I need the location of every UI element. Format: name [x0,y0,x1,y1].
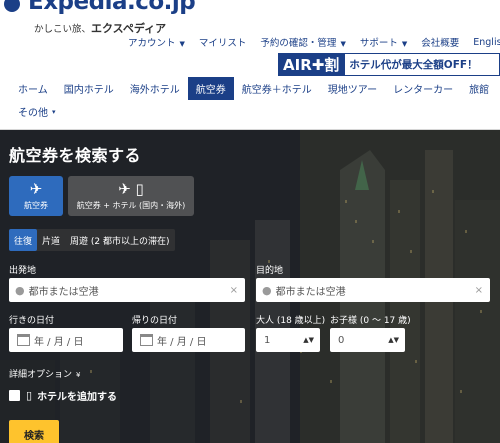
site-header: Expedia.co.jp かしこい旅、エクスペディア アカウント ▼ マイリスト… [0,0,500,130]
depart-date-input[interactable]: 年 / 月 / 日 [9,328,123,352]
children-select[interactable]: 0 ▲▼ [330,328,405,352]
promo-banner[interactable]: AIR✚割 ホテル代が最大全額OFF！ [278,53,500,76]
depart-date-placeholder: 年 / 月 / 日 [34,336,84,348]
main-nav: ホーム 国内ホテル 海外ホテル 航空券 航空券＋ホテル 現地ツアー レンターカー… [10,77,500,123]
nav-flights[interactable]: 航空券 [187,77,234,100]
return-date-label: 帰りの日付 [132,316,178,326]
page-title: 航空券を検索する [9,146,142,165]
hotel-building-icon: ▯ [26,389,33,402]
chevron-down-icon: ▼ [340,40,346,48]
calendar-icon [140,334,153,346]
nav-home[interactable]: ホーム [10,77,56,100]
destination-input[interactable]: ● 都市または空港 × [256,278,490,302]
mode-flight-hotel-button[interactable]: ✈ ▯ 航空券 + ホテル (国内・海外) [68,176,194,216]
chevron-down-icon: ▲▼ [303,336,314,344]
flight-search-hero: 航空券を検索する ✈ 航空券 ✈ ▯ 航空券 + ホテル (国内・海外) 往復 … [0,130,500,443]
clear-icon[interactable]: × [475,285,483,296]
mylist-link[interactable]: マイリスト [199,35,247,49]
checkbox[interactable] [9,390,20,401]
return-date-input[interactable]: 年 / 月 / 日 [132,328,245,352]
nav-ryokan[interactable]: 旅館 [461,77,497,100]
support-label: サポート [359,38,398,49]
calendar-icon [17,334,30,346]
chevron-down-icon: ▲▼ [388,336,399,344]
mode-flight-button[interactable]: ✈ 航空券 [9,176,63,216]
nav-flight-hotel[interactable]: 航空券＋ホテル [234,77,320,100]
nav-domestic-hotels[interactable]: 国内ホテル [56,77,122,100]
children-value: 0 [338,334,345,346]
nav-rental-car[interactable]: レンターカー [385,77,461,100]
advanced-options-label: 詳細オプション [9,370,73,380]
trip-type-tabs: 往復 片道 周遊 (2 都市以上の滞在) [9,229,175,251]
add-hotel-checkbox[interactable]: ▯ ホテルを追加する [9,388,117,403]
nav-more-label: その他 [18,108,48,119]
search-button[interactable]: 検索 [9,420,59,443]
mode-flight-label: 航空券 [24,201,48,210]
tab-round-trip[interactable]: 往復 [9,229,38,251]
utility-links: アカウント ▼ マイリスト 予約の確認・管理 ▼ サポート ▼ 会社概要 Englis… [128,34,500,50]
promo-banner-text: ホテル代が最大全額OFF！ [349,59,478,71]
tab-one-way[interactable]: 片道 [37,229,65,251]
english-link[interactable]: English [473,37,500,48]
chevron-down-icon: ▾ [52,107,56,116]
add-hotel-label: ホテルを追加する [37,392,118,403]
account-menu[interactable]: アカウント ▼ [128,35,185,49]
return-date-placeholder: 年 / 月 / 日 [157,336,207,348]
location-pin-icon: ● [262,283,272,297]
destination-placeholder: 都市または空港 [275,286,346,298]
bookings-label: 予約の確認・管理 [260,38,337,49]
nav-more[interactable]: その他 ▾ [10,100,64,123]
adults-select[interactable]: 1 ▲▼ [256,328,320,352]
chevron-down-icon: ▼ [401,40,408,48]
account-label: アカウント [128,38,176,49]
origin-label: 出発地 [9,266,37,276]
globe-icon [4,0,20,12]
tab-multi-city[interactable]: 周遊 (2 都市以上の滞在) [65,229,174,251]
chevron-down-icon: ¥ [76,371,81,379]
origin-input[interactable]: ● 都市または空港 × [9,278,245,302]
promo-banner-logo: AIR✚割 [279,54,346,75]
tagline-prefix: かしこい旅、 [34,24,92,35]
adults-value: 1 [264,334,271,346]
advanced-options-link[interactable]: 詳細オプション ¥ [9,367,80,380]
destination-label: 目的地 [256,266,284,276]
children-label: お子様 (0 ～ 17 歳) [330,316,411,326]
company-link[interactable]: 会社概要 [421,35,459,49]
adults-label: 大人 (18 歳以上) [256,316,326,326]
clear-icon[interactable]: × [230,285,238,296]
nav-tours[interactable]: 現地ツアー [320,77,385,100]
support-menu[interactable]: サポート ▼ [360,35,407,49]
depart-date-label: 行きの日付 [9,316,55,326]
airplane-icon: ✈ [29,180,43,198]
origin-placeholder: 都市または空港 [28,286,99,298]
nav-overseas-hotels[interactable]: 海外ホテル [122,77,188,100]
airplane-hotel-icon: ✈ ▯ [118,180,144,198]
chevron-down-icon: ▼ [179,40,185,48]
mode-flight-hotel-label: 航空券 + ホテル (国内・海外) [76,201,186,210]
bookings-menu[interactable]: 予約の確認・管理 ▼ [260,35,345,49]
logo-text: Expedia.co.jp [28,0,196,15]
location-pin-icon: ● [15,283,25,297]
